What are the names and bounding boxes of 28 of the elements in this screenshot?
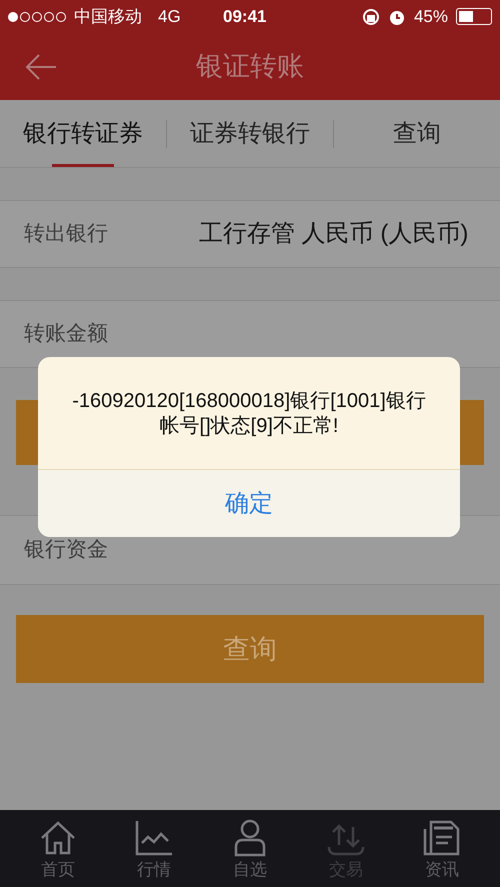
carrier-name: 中国移动 [74,6,142,28]
tab[interactable]: 查询 [334,100,500,167]
line-chart-icon [135,818,173,857]
battery-icon [456,8,492,25]
tab-bar-item[interactable]: 资讯 [407,814,477,882]
tab-bar-item[interactable]: 首页 [23,814,93,882]
clock-time: 09:41 [223,6,266,28]
alert-message: -160920120[168000018]银行[1001]银行帐号[]状态[9]不正常! [71,389,427,439]
back-arrow-icon[interactable] [25,52,57,80]
tab[interactable]: 银行转证券 [0,100,166,167]
network-type: 4G [158,6,181,28]
tab-bar-item[interactable]: 行情 [119,814,189,882]
field-label: 转出银行 [24,221,109,248]
field-value[interactable]: 工行存管 人民币 (人民币) [199,216,468,252]
home-icon [39,818,77,857]
query-button[interactable]: 查询 [16,615,484,683]
field-label: 银行资金 [24,537,108,564]
newspaper-icon [423,818,461,857]
field-label: 转账金额 [24,321,109,348]
tab[interactable]: 证券转银行 [167,100,333,167]
signal-icon [8,12,66,22]
page-title: 银证转账 [196,50,304,84]
rotation-lock-icon [362,8,380,26]
battery-percent: 45% [414,6,448,28]
up-down-arrows-icon [327,822,365,857]
confirm-button[interactable]: 确定 [38,469,460,537]
person-icon [233,818,267,857]
tab-bar-item[interactable]: 自选 [215,814,285,882]
